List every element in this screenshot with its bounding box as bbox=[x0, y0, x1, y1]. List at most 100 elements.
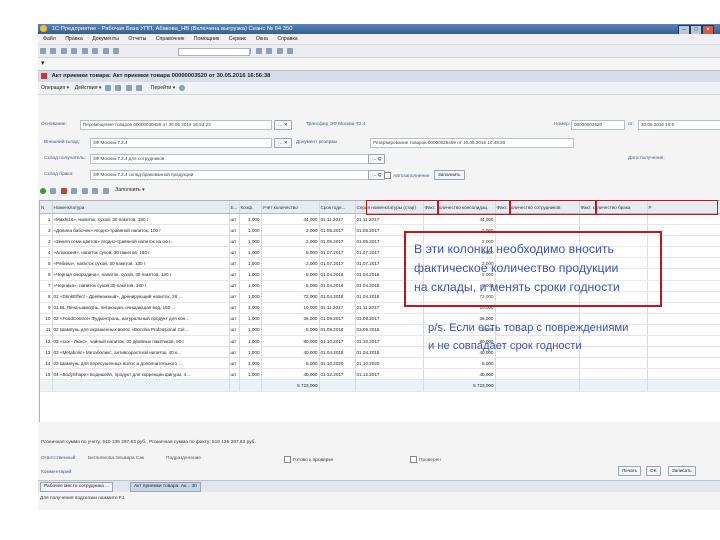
table-cell[interactable]: 01.11.2017 bbox=[355, 213, 424, 226]
table-cell[interactable]: 5,000 bbox=[261, 246, 320, 259]
table-cell[interactable]: 11 bbox=[40, 324, 53, 337]
sort-asc-icon[interactable] bbox=[92, 188, 99, 194]
table-cell[interactable]: 01 «DrinkEffect - Дрейнажный», дренирующ… bbox=[52, 291, 230, 303]
table-cell[interactable]: 6 bbox=[40, 268, 53, 281]
table-cell[interactable]: 01.11.2017 bbox=[319, 302, 356, 314]
table-cell[interactable]: «Долина бабочек» ягодно-травяной напиток… bbox=[52, 224, 230, 237]
table-cell[interactable]: 14 bbox=[40, 357, 53, 370]
autofill-check-icon[interactable] bbox=[384, 172, 391, 179]
table-cell[interactable]: 01.10.2017 bbox=[319, 335, 356, 348]
table-cell[interactable]: 01.09.2017 bbox=[319, 313, 356, 325]
table-cell[interactable] bbox=[647, 213, 720, 226]
table-cell[interactable]: шт bbox=[229, 246, 240, 259]
col-header-unit[interactable]: Е... bbox=[229, 201, 240, 214]
table-cell[interactable] bbox=[647, 346, 720, 359]
table-cell[interactable]: 40,000 bbox=[261, 368, 320, 381]
memory-m-icon[interactable] bbox=[266, 48, 273, 54]
command-search-input[interactable] bbox=[178, 48, 250, 56]
table-cell[interactable]: 4 bbox=[40, 246, 53, 259]
open-icon[interactable] bbox=[50, 48, 57, 54]
table-cell[interactable]: 1,000 bbox=[239, 257, 262, 270]
table-cell[interactable]: 1,000 bbox=[239, 346, 262, 359]
menu-edit[interactable]: Правка bbox=[65, 36, 83, 42]
table-cell[interactable]: 02 «FoodControl» Фудконтроль, натуральны… bbox=[52, 313, 230, 325]
table-cell[interactable]: 5,000 bbox=[423, 357, 496, 370]
checked-checkbox[interactable]: Проверен bbox=[410, 456, 441, 463]
basis-select-button[interactable]: … ✕ bbox=[274, 120, 292, 130]
table-cell[interactable]: 1,000 bbox=[239, 268, 262, 281]
undo-icon[interactable] bbox=[102, 48, 109, 54]
table-cell[interactable] bbox=[647, 335, 720, 348]
fill-button[interactable]: Заполнить bbox=[434, 170, 465, 180]
table-cell[interactable]: 1,000 bbox=[239, 368, 262, 381]
basis-field[interactable]: Перемещение товаров 00000030428 от 30.05… bbox=[80, 120, 272, 130]
memory-minus-icon[interactable] bbox=[287, 48, 294, 54]
table-cell[interactable]: 5,000 bbox=[261, 268, 320, 281]
menu-file[interactable]: Файл bbox=[43, 36, 56, 42]
table-cell[interactable] bbox=[647, 368, 720, 381]
cut-icon[interactable] bbox=[71, 48, 78, 54]
table-cell[interactable]: шт bbox=[229, 335, 240, 348]
table-cell[interactable]: 2 bbox=[40, 224, 53, 237]
table-cell[interactable] bbox=[579, 357, 648, 370]
table-cell[interactable] bbox=[579, 213, 648, 226]
col-header-n[interactable]: N bbox=[40, 201, 53, 214]
sender-select-button[interactable]: … ✕ bbox=[274, 138, 292, 148]
table-cell[interactable]: 7 bbox=[40, 280, 53, 292]
table-cell[interactable]: 10,000 bbox=[261, 302, 320, 314]
menu-reports[interactable]: Отчеты bbox=[128, 36, 146, 42]
number-field[interactable]: 00000003520 bbox=[571, 120, 625, 130]
ok-button[interactable]: OK bbox=[646, 466, 661, 476]
defect-select-button[interactable]: … Q bbox=[368, 170, 386, 180]
sort-desc-icon[interactable] bbox=[102, 188, 109, 194]
new-icon[interactable] bbox=[40, 48, 46, 54]
table-cell[interactable]: шт bbox=[229, 257, 240, 270]
menu-windows[interactable]: Окна bbox=[256, 36, 268, 42]
table-cell[interactable]: 1,000 bbox=[239, 246, 262, 259]
table-cell[interactable]: 01.10.2020 bbox=[355, 357, 424, 370]
table-cell[interactable] bbox=[647, 313, 720, 325]
col-header-coef[interactable]: Коэф. bbox=[239, 201, 262, 214]
menu-service[interactable]: Сервис bbox=[229, 36, 247, 42]
table-cell[interactable]: 03 «Metabolic» Метаболикс, антивозрастно… bbox=[52, 346, 230, 359]
menu-help[interactable]: Справка bbox=[277, 36, 297, 42]
move-down-icon[interactable] bbox=[81, 188, 88, 194]
save-doc-icon[interactable] bbox=[104, 85, 111, 91]
table-cell[interactable]: 01.04.2018 bbox=[319, 291, 356, 303]
print-doc-icon[interactable] bbox=[125, 85, 132, 91]
operation-menu[interactable]: Операция bbox=[41, 85, 65, 91]
save-icon[interactable] bbox=[60, 48, 67, 54]
responsible-value[interactable]: Беглиянова Эльвира Сак bbox=[88, 456, 144, 461]
table-cell[interactable]: 2,000 bbox=[261, 235, 320, 248]
table-cell[interactable]: 01.07.2017 bbox=[319, 257, 356, 270]
copy-row-icon[interactable] bbox=[50, 188, 57, 194]
table-cell[interactable]: 10 bbox=[40, 313, 53, 325]
table-cell[interactable]: 1,000 bbox=[239, 291, 262, 303]
col-header-qty[interactable]: Учёт количество bbox=[261, 201, 320, 214]
table-cell[interactable] bbox=[647, 357, 720, 370]
table-cell[interactable]: 01.09.2018 bbox=[319, 324, 356, 337]
table-cell[interactable]: 40,000 bbox=[261, 346, 320, 359]
table-cell[interactable]: 40,000 bbox=[423, 368, 496, 381]
table-cell[interactable]: 1,000 bbox=[239, 324, 262, 337]
table-row[interactable]: 1 «Maxhi16», напиток, сухой, 30 пакетов, … bbox=[40, 213, 720, 226]
table-cell[interactable]: шт bbox=[229, 368, 240, 381]
table-cell[interactable]: 8 bbox=[40, 291, 53, 303]
sender-field[interactable]: ЗФ Москва Т.2.4 bbox=[90, 138, 272, 148]
table-cell[interactable]: шт bbox=[229, 235, 240, 248]
actions-menu[interactable]: Действия bbox=[75, 85, 98, 91]
table-cell[interactable]: 1,000 bbox=[239, 235, 262, 248]
table-cell[interactable]: 01.04.2018 bbox=[355, 346, 424, 359]
table-cell[interactable]: 1 bbox=[40, 213, 53, 226]
table-cell[interactable] bbox=[579, 346, 648, 359]
table-cell[interactable]: 1,000 bbox=[239, 213, 262, 226]
table-cell[interactable]: 01.04.2018 bbox=[319, 280, 356, 292]
table-cell[interactable]: 01.04.2018 bbox=[319, 268, 356, 281]
table-cell[interactable]: 1,000 bbox=[239, 313, 262, 325]
docres-field[interactable]: Резервирование товаров 00000025459 от 10… bbox=[370, 138, 574, 148]
menu-assistant[interactable]: Помощник bbox=[194, 36, 219, 42]
ready-check-icon[interactable] bbox=[284, 456, 291, 463]
table-cell[interactable]: 72,000 bbox=[261, 291, 320, 303]
table-cell[interactable]: 01.04.2018 bbox=[319, 346, 356, 359]
table-cell[interactable]: «Черника», напиток сухой 30 пакетов, 180… bbox=[52, 280, 230, 292]
